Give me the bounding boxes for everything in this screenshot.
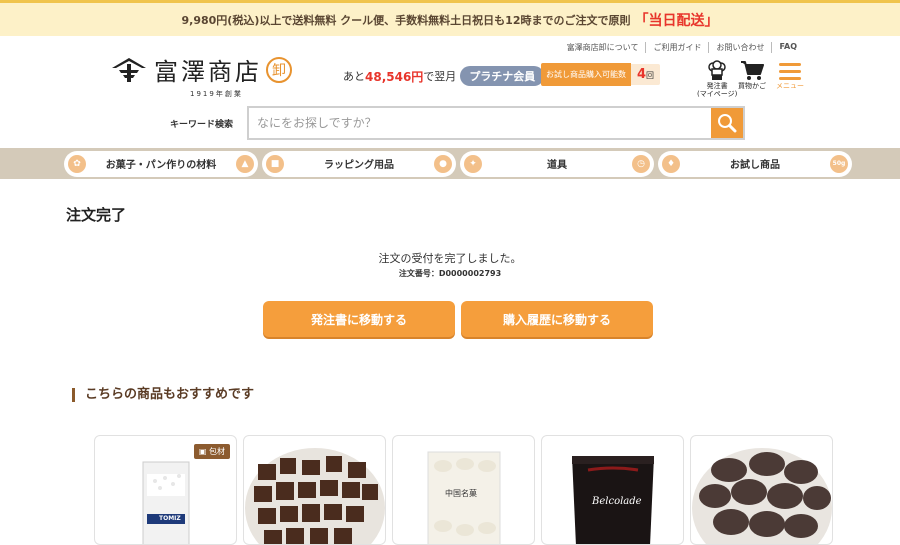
trial-purchase-count: お試し商品購入可能数 4回 — [541, 63, 661, 86]
search-box — [247, 106, 746, 140]
go-to-purchase-history-button[interactable]: 購入履歴に移動する — [461, 301, 653, 337]
pile-icon: ▲ — [236, 154, 254, 173]
util-link-wholesale[interactable]: 富澤商店卸について — [560, 42, 646, 53]
order-number: 注文番号：D0000002793 — [398, 269, 502, 278]
search-button[interactable] — [711, 108, 744, 138]
page-title: 注文完了 — [66, 206, 127, 224]
menu-button[interactable]: メニュー — [776, 60, 804, 90]
bag-icon: ● — [434, 154, 452, 173]
product-label-dumpling: 中国名菓 — [445, 489, 477, 498]
member-prefix: あと — [343, 70, 365, 83]
recommend-title: こちらの商品もおすすめです — [72, 388, 254, 402]
chef-hat-icon — [708, 60, 726, 80]
category-tab-wrapping[interactable]: ■ ラッピング用品 ● — [262, 150, 456, 177]
site-logo[interactable]: 富澤商店 卸 1919年創業 — [110, 52, 292, 99]
util-link-faq[interactable]: FAQ — [771, 42, 804, 53]
category-label-trial: お試し商品 — [730, 160, 780, 171]
util-link-guide[interactable]: ご利用ガイド — [645, 42, 708, 53]
search-bar: キーワード検索 — [170, 106, 746, 140]
member-rank-badge: プラチナ会員 — [460, 66, 545, 86]
product-label-tomiz: TOMIZ — [159, 515, 181, 522]
order-form-sublabel: (マイページ) — [697, 90, 738, 99]
shipping-banner-text: 9,980円(税込)以上で送料無料 クール便、手数料無料土日祝日も12時までのご… — [181, 13, 631, 27]
gift-box-icon: ■ — [266, 154, 284, 173]
search-label: キーワード検索 — [170, 119, 234, 130]
whisk-icon: ✦ — [464, 154, 482, 173]
trial-label: お試し商品購入可能数 — [541, 63, 631, 86]
order-form-link[interactable]: 発注書 (マイページ) — [697, 60, 737, 98]
product-card[interactable]: ▣ 包材 TOMIZ — [94, 435, 237, 545]
product-image-chocolate-chunks — [245, 448, 385, 544]
logo-text: 富澤商店 — [154, 58, 262, 86]
product-image-chocolate-discs — [692, 448, 832, 544]
order-form-label: 発注書 — [706, 82, 728, 90]
search-input[interactable] — [249, 108, 712, 138]
trial-count: 4回 — [631, 64, 661, 85]
category-label-tools: 道具 — [547, 160, 567, 171]
wheat-icon: ✿ — [68, 154, 86, 173]
utility-links: 富澤商店卸について ご利用ガイド お問い合わせ FAQ — [560, 42, 804, 53]
category-label-ingredients: お菓子・パン作りの材料 — [105, 160, 217, 171]
logo-mark-icon — [112, 57, 146, 82]
go-to-order-form-button[interactable]: 発注書に移動する — [263, 301, 455, 337]
member-amount: 48,546円 — [365, 69, 424, 84]
trial-count-number: 4 — [637, 67, 647, 82]
product-label-belcolade: Belcolade — [592, 496, 642, 507]
member-suffix: で翌月 — [423, 70, 457, 83]
hamburger-menu-icon — [779, 63, 801, 80]
menu-label: メニュー — [776, 82, 804, 90]
cart-icon — [741, 61, 764, 80]
logo-seal: 卸 — [266, 56, 292, 83]
timer-icon: ◷ — [632, 154, 650, 173]
same-day-highlight: 「当日配送」 — [634, 12, 719, 29]
logo-founded: 1919年創業 — [190, 90, 243, 98]
util-link-contact[interactable]: お問い合わせ — [708, 42, 771, 53]
action-buttons: 発注書に移動する 購入履歴に移動する — [263, 301, 653, 337]
category-label-wrapping: ラッピング用品 — [324, 160, 394, 171]
member-status: あと 48,546円 で翌月 プラチナ会員 — [343, 66, 545, 86]
product-card[interactable]: Belcolade — [541, 435, 684, 545]
site-header: 富澤商店卸について ご利用ガイド お問い合わせ FAQ 富澤商店 卸 1919年… — [0, 36, 900, 146]
flask-icon: ♦ — [662, 154, 680, 173]
cart-link[interactable]: 買物かご — [738, 60, 766, 90]
packaging-tag-label: 包材 — [209, 447, 225, 456]
product-card[interactable] — [243, 435, 386, 545]
search-icon — [718, 114, 737, 133]
product-card[interactable]: 中国名菓 — [392, 435, 535, 545]
category-nav: ✿ お菓子・パン作りの材料 ▲ ■ ラッピング用品 ● ✦ 道具 ◷ ♦ お試し… — [0, 148, 900, 179]
category-tab-tools[interactable]: ✦ 道具 ◷ — [460, 150, 654, 177]
recommended-products: ▣ 包材 TOMIZ 中国名菓 Belcolade — [94, 435, 833, 545]
category-tab-ingredients[interactable]: ✿ お菓子・パン作りの材料 ▲ — [64, 150, 258, 177]
trial-count-unit: 回 — [646, 71, 655, 80]
shipping-banner: 9,980円(税込)以上で送料無料 クール便、手数料無料土日祝日も12時までのご… — [0, 0, 900, 36]
cart-label: 買物かご — [738, 82, 766, 90]
packaging-tag: ▣ 包材 — [193, 444, 230, 459]
category-tab-trial[interactable]: ♦ お試し商品 50g — [658, 150, 852, 177]
completion-message: 注文の受付を完了しました。 — [378, 252, 522, 265]
product-card[interactable] — [690, 435, 833, 545]
tag-box-icon: ▣ — [198, 447, 209, 456]
trial-size-badge: 50g — [830, 154, 848, 173]
product-image-belcolade — [572, 456, 654, 544]
